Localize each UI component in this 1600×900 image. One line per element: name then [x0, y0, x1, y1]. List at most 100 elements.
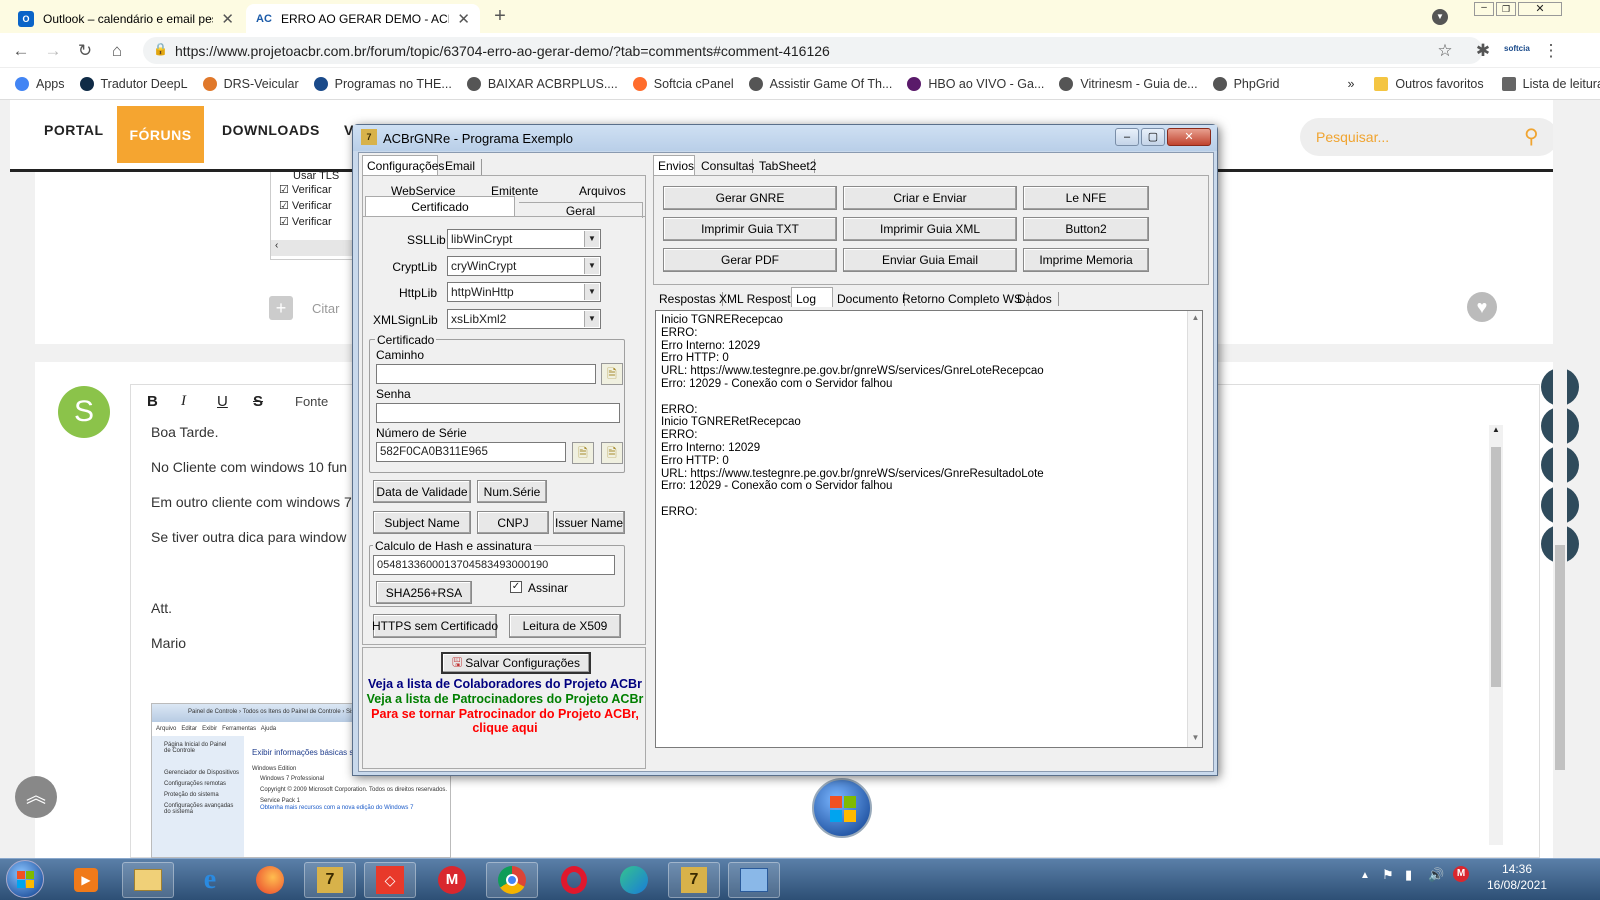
sha256-rsa-button[interactable]: SHA256+RSA [376, 581, 472, 604]
minimize-button[interactable]: – [1115, 128, 1139, 146]
bold-button[interactable]: B [147, 393, 158, 410]
imprimir-guia-xml-button[interactable]: Imprimir Guia XML [843, 217, 1017, 241]
profile-softcia-icon[interactable]: softcia [1504, 44, 1530, 53]
imprimir-guia-txt-button[interactable]: Imprimir Guia TXT [663, 217, 837, 241]
new-tab-button[interactable]: + [488, 5, 512, 29]
ssllib-combo[interactable]: libWinCrypt ▼ [447, 229, 601, 249]
bookmark-item[interactable]: Apps [15, 77, 65, 91]
clock-time[interactable]: 14:36 [1482, 862, 1552, 876]
tab-outlook[interactable]: O Outlook – calendário e email pes ✕ [8, 4, 244, 33]
tab-search-icon[interactable]: ▼ [1432, 9, 1448, 25]
bookmark-item[interactable]: HBO ao VIVO - Ga... [907, 77, 1044, 91]
tab-envios[interactable]: Envios [653, 155, 695, 175]
action-center-icon[interactable]: ⚑ [1382, 867, 1394, 883]
caminho-field[interactable] [376, 364, 596, 384]
restore-button[interactable]: ❐ [1496, 2, 1516, 16]
httplib-combo[interactable]: httpWinHttp ▼ [447, 282, 601, 302]
bookmark-item[interactable]: DRS-Veicular [202, 77, 299, 91]
senha-field[interactable] [376, 403, 620, 423]
tab-retorno-completo-ws[interactable]: Retorno Completo WS [902, 292, 1030, 306]
cnpj-button[interactable]: CNPJ [477, 511, 549, 534]
log-scrollbar[interactable]: ▲ ▼ [1187, 311, 1202, 747]
button2[interactable]: Button2 [1023, 217, 1149, 241]
cryptlib-combo[interactable]: cryWinCrypt ▼ [447, 256, 601, 276]
xmlsignlib-combo[interactable]: xsLibXml2 ▼ [447, 309, 601, 329]
start-button[interactable] [6, 860, 44, 898]
chevron-down-icon[interactable]: ▼ [584, 311, 599, 327]
italic-button[interactable]: I [181, 393, 186, 410]
close-window-button[interactable]: ✕ [1518, 2, 1562, 16]
le-nfe-button[interactable]: Le NFE [1023, 186, 1149, 210]
subtab-arquivos[interactable]: Arquivos [579, 184, 626, 198]
scroll-down-icon[interactable]: ▼ [1188, 733, 1203, 742]
home-icon[interactable]: ⌂ [106, 40, 128, 62]
bookmark-item[interactable]: Vitrinesm - Guia de... [1059, 77, 1198, 91]
page-scrollbar[interactable] [1553, 100, 1567, 858]
tab-documento[interactable]: Documento [837, 292, 906, 306]
patrocinadores-link[interactable]: Veja a lista de Patrocinadores do Projet… [365, 692, 645, 706]
select-cert-icon[interactable]: 🗎 [572, 442, 594, 464]
page-scroll-thumb[interactable] [1555, 545, 1565, 770]
tab-acbr[interactable]: AC ERRO AO GERAR DEMO - ACBrG ✕ [246, 4, 480, 33]
back-icon[interactable]: ← [10, 40, 32, 62]
network-icon[interactable]: ▮ [1405, 867, 1412, 883]
imprime-memoria-button[interactable]: Imprime Memoria [1023, 248, 1149, 272]
quote-button[interactable]: Citar [312, 301, 339, 316]
bookmark-item[interactable]: Tradutor DeepL [79, 77, 188, 91]
leitura-x509-button[interactable]: Leitura de X509 [509, 614, 621, 638]
nav-downloads[interactable]: DOWNLOADS [222, 100, 320, 160]
chrome-icon[interactable] [486, 862, 538, 898]
log-textbox[interactable]: Inicio TGNRERecepcao ERRO: Erro Interno:… [655, 310, 1203, 748]
gerar-gnre-button[interactable]: Gerar GNRE [663, 186, 837, 210]
plus-icon[interactable]: + [269, 296, 293, 320]
heart-icon[interactable]: ♥ [1467, 292, 1497, 322]
issuer-name-button[interactable]: Issuer Name [553, 511, 625, 534]
delphi-icon[interactable]: 7 [304, 862, 356, 898]
tab-email[interactable]: Email [442, 159, 482, 175]
anydesk-icon[interactable]: ◇ [364, 862, 416, 898]
hash-field[interactable]: 05481336000137045834930001​90 [373, 555, 615, 575]
window-titlebar[interactable]: 7 ACBrGNRe - Programa Exemplo – ▢ ✕ [353, 125, 1217, 151]
control-panel-icon[interactable] [728, 862, 780, 898]
maximize-button[interactable]: ▢ [1141, 128, 1165, 146]
minimize-button[interactable]: – [1474, 2, 1494, 16]
star-icon[interactable]: ☆ [1434, 40, 1456, 62]
https-sem-certificado-button[interactable]: HTTPS sem Certificado [372, 614, 498, 638]
bookmark-item[interactable]: PhpGrid [1212, 77, 1279, 91]
scroll-up-icon[interactable]: ▲ [1188, 313, 1203, 322]
chevron-down-icon[interactable]: ▼ [584, 284, 599, 300]
criar-enviar-button[interactable]: Criar e Enviar [843, 186, 1017, 210]
opera-icon[interactable] [548, 862, 600, 898]
serie-field[interactable]: 582F0CA0B311E965 [376, 442, 566, 462]
clock-date[interactable]: 16/08/2021 [1476, 878, 1558, 892]
close-icon[interactable]: ✕ [221, 10, 234, 28]
bookmarks-overflow-button[interactable]: » [1347, 77, 1354, 91]
search-input[interactable]: Pesquisar... ⚲ [1300, 118, 1558, 156]
search-icon[interactable]: ⚲ [1524, 124, 1539, 149]
bookmark-item[interactable]: Assistir Game Of Th... [748, 77, 892, 91]
mega-icon[interactable]: M [426, 862, 478, 898]
colaboradores-link[interactable]: Veja a lista de Colaboradores do Projeto… [365, 677, 645, 691]
tab-log[interactable]: Log [791, 287, 833, 307]
reading-list[interactable]: Lista de leitura [1501, 77, 1600, 91]
firefox-icon[interactable] [244, 862, 296, 898]
gerar-pdf-button[interactable]: Gerar PDF [663, 248, 837, 272]
strikethrough-button[interactable]: S [253, 393, 263, 410]
scroll-top-button[interactable]: ︽ [15, 776, 57, 818]
num-serie-button[interactable]: Num.Série [477, 480, 547, 503]
edge-icon[interactable] [608, 862, 660, 898]
editor-scrollbar[interactable]: ▲ [1489, 425, 1503, 845]
mega-tray-icon[interactable]: M [1453, 866, 1469, 882]
salvar-configuracoes-button[interactable]: 🖫 Salvar Configurações [441, 652, 591, 674]
nav-portal[interactable]: PORTAL [44, 100, 104, 160]
lookup-cert-icon[interactable]: 🗎 [601, 442, 623, 464]
underline-button[interactable]: U [217, 393, 228, 410]
chevron-down-icon[interactable]: ▼ [584, 258, 599, 274]
enviar-guia-email-button[interactable]: Enviar Guia Email [843, 248, 1017, 272]
scroll-thumb[interactable] [1491, 447, 1501, 687]
extensions-icon[interactable]: ✱ [1472, 40, 1494, 62]
tornar-patrocinador-link[interactable]: Para se tornar Patrocinador do Projeto A… [365, 707, 645, 721]
data-validade-button[interactable]: Data de Validade [373, 480, 471, 503]
media-player-icon[interactable]: ▶ [60, 862, 112, 898]
reload-icon[interactable]: ↻ [74, 40, 96, 62]
